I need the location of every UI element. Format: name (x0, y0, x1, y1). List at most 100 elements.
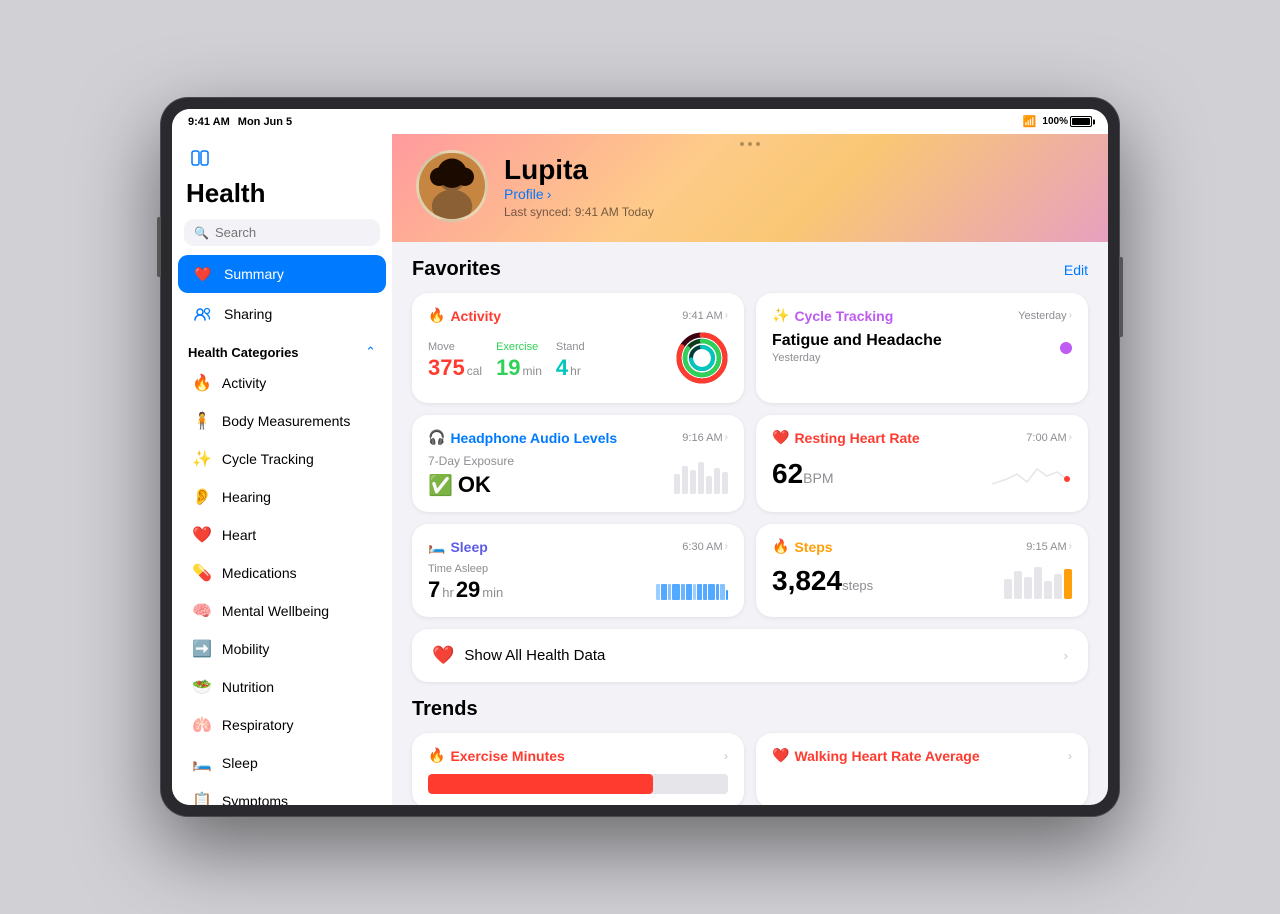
top-bar-dot-1 (740, 142, 744, 146)
steps-bar-6 (1054, 574, 1062, 599)
sidebar-header (172, 134, 392, 178)
exercise-minutes-trend-card[interactable]: 🔥 Exercise Minutes › (412, 733, 744, 805)
sidebar-item-cycle-tracking[interactable]: ✨ Cycle Tracking (178, 441, 386, 477)
headphone-card[interactable]: 🎧 Headphone Audio Levels 9:16 AM › (412, 415, 744, 512)
bpm-display: 62BPM (772, 458, 834, 490)
sleep-block-10 (708, 584, 715, 600)
sleep-block-4 (672, 584, 680, 600)
symptoms-icon: 📋 (192, 791, 212, 805)
cycle-symptom-date: Yesterday (772, 352, 942, 364)
steps-bar-4 (1034, 567, 1042, 599)
steps-card[interactable]: 🔥 Steps 9:15 AM › 3,824steps (756, 524, 1088, 617)
headphone-chevron-icon: › (725, 432, 728, 443)
bar-col-3 (690, 470, 696, 494)
sidebar-item-body-measurements[interactable]: 🧍 Body Measurements (178, 403, 386, 439)
status-bar-right: 📶 100% (1023, 115, 1092, 128)
activity-card-title: 🔥 Activity (428, 307, 501, 324)
sidebar-item-activity[interactable]: 🔥 Activity (178, 365, 386, 401)
headphone-icon: 🎧 (428, 429, 445, 446)
walking-trend-icon: ❤️ (772, 747, 789, 764)
sidebar-item-summary[interactable]: ❤️ Summary (178, 255, 386, 293)
battery-fill (1072, 118, 1090, 125)
mobility-label: Mobility (222, 641, 269, 657)
sleep-card[interactable]: 🛏️ Sleep 6:30 AM › Time Aslee (412, 524, 744, 617)
exercise-value: 19 (496, 355, 520, 381)
walking-heart-rate-trend-card[interactable]: ❤️ Walking Heart Rate Average › (756, 733, 1088, 805)
show-all-button[interactable]: ❤️ Show All Health Data › (412, 629, 1088, 682)
sidebar-item-hearing[interactable]: 👂 Hearing (178, 479, 386, 515)
bpm-unit: BPM (803, 470, 833, 486)
sleep-block-6 (686, 584, 692, 600)
sidebar-item-sleep[interactable]: 🛏️ Sleep (178, 745, 386, 781)
status-time: 9:41 AM (188, 116, 230, 128)
sharing-label: Sharing (224, 306, 272, 322)
cycle-card-body: Fatigue and Headache Yesterday (772, 332, 1072, 364)
battery-bar (1070, 116, 1092, 127)
stand-value: 4 (556, 355, 568, 381)
steps-bar-chart (1004, 563, 1072, 599)
show-all-heart-icon: ❤️ (432, 645, 454, 666)
top-bar (392, 142, 1108, 146)
categories-chevron[interactable]: ⌃ (365, 344, 376, 360)
activity-card-time: 9:41 AM › (682, 310, 728, 322)
medications-label: Medications (222, 565, 297, 581)
search-input[interactable] (215, 225, 391, 240)
categories-section-header: Health Categories ⌃ (172, 334, 392, 364)
bpm-value: 62 (772, 458, 803, 489)
top-bar-dot-2 (748, 142, 752, 146)
exercise-trend-title: 🔥 Exercise Minutes (428, 747, 565, 764)
activity-card[interactable]: 🔥 Activity 9:41 AM › (412, 293, 744, 403)
headphone-bar-chart (674, 458, 728, 494)
trends-header: Trends (412, 698, 1088, 721)
sidebar-toggle-button[interactable] (188, 146, 212, 170)
profile-link[interactable]: Profile › (504, 186, 1084, 202)
sidebar-item-nutrition[interactable]: 🥗 Nutrition (178, 669, 386, 705)
trends-title: Trends (412, 698, 478, 721)
hearing-label: Hearing (222, 489, 271, 505)
sleep-chart (656, 570, 728, 600)
steps-icon: 🔥 (772, 538, 789, 555)
exercise-metric: Exercise 19 min (496, 341, 542, 381)
search-icon: 🔍 (194, 226, 209, 240)
activity-icon: 🔥 (192, 373, 212, 393)
sidebar-item-sharing[interactable]: Sharing (178, 295, 386, 333)
respiratory-icon: 🫁 (192, 715, 212, 735)
heart-rate-chart (992, 454, 1072, 494)
exercise-trend-icon: 🔥 (428, 747, 445, 764)
edit-button[interactable]: Edit (1064, 262, 1088, 278)
move-value: 375 (428, 355, 465, 381)
sidebar-item-mobility[interactable]: ➡️ Mobility (178, 631, 386, 667)
sleep-block-9 (703, 584, 707, 600)
sidebar-item-symptoms[interactable]: 📋 Symptoms (178, 783, 386, 805)
profile-info: Lupita Profile › Last synced: 9:41 AM To… (504, 154, 1084, 219)
steps-bar-1 (1004, 579, 1012, 599)
heart-label: Heart (222, 527, 256, 543)
status-bar-left: 9:41 AM Mon Jun 5 (188, 116, 292, 128)
search-bar[interactable]: 🔍 🎤 (184, 219, 380, 246)
symptoms-label: Symptoms (222, 793, 288, 805)
activity-label: Activity (222, 375, 266, 391)
bar-col-1 (674, 474, 680, 494)
body-measurements-label: Body Measurements (222, 413, 350, 429)
cycle-tracking-card[interactable]: ✨ Cycle Tracking Yesterday › F (756, 293, 1088, 403)
cycle-card-title: ✨ Cycle Tracking (772, 307, 893, 324)
medications-icon: 💊 (192, 563, 212, 583)
heart-rate-card[interactable]: ❤️ Resting Heart Rate 7:00 AM › (756, 415, 1088, 512)
sidebar: Health 🔍 🎤 ❤️ Summary (172, 134, 392, 805)
heart-rate-card-time: 7:00 AM › (1026, 432, 1072, 444)
profile-header: Lupita Profile › Last synced: 9:41 AM To… (392, 134, 1108, 242)
headphone-card-time: 9:16 AM › (682, 432, 728, 444)
bar-col-2 (682, 466, 688, 494)
activity-card-header: 🔥 Activity 9:41 AM › (428, 307, 728, 324)
sidebar-item-mental-wellbeing[interactable]: 🧠 Mental Wellbeing (178, 593, 386, 629)
heart-rate-icon: ❤️ (772, 429, 789, 446)
sidebar-item-medications[interactable]: 💊 Medications (178, 555, 386, 591)
wifi-icon: 📶 (1023, 115, 1037, 128)
top-bar-dot-3 (756, 142, 760, 146)
sidebar-item-heart[interactable]: ❤️ Heart (178, 517, 386, 553)
steps-bar-2 (1014, 571, 1022, 599)
move-unit: cal (467, 364, 482, 378)
sleep-minutes-value: 29 (456, 577, 480, 603)
move-metric: Move 375 cal (428, 341, 482, 381)
sidebar-item-respiratory[interactable]: 🫁 Respiratory (178, 707, 386, 743)
